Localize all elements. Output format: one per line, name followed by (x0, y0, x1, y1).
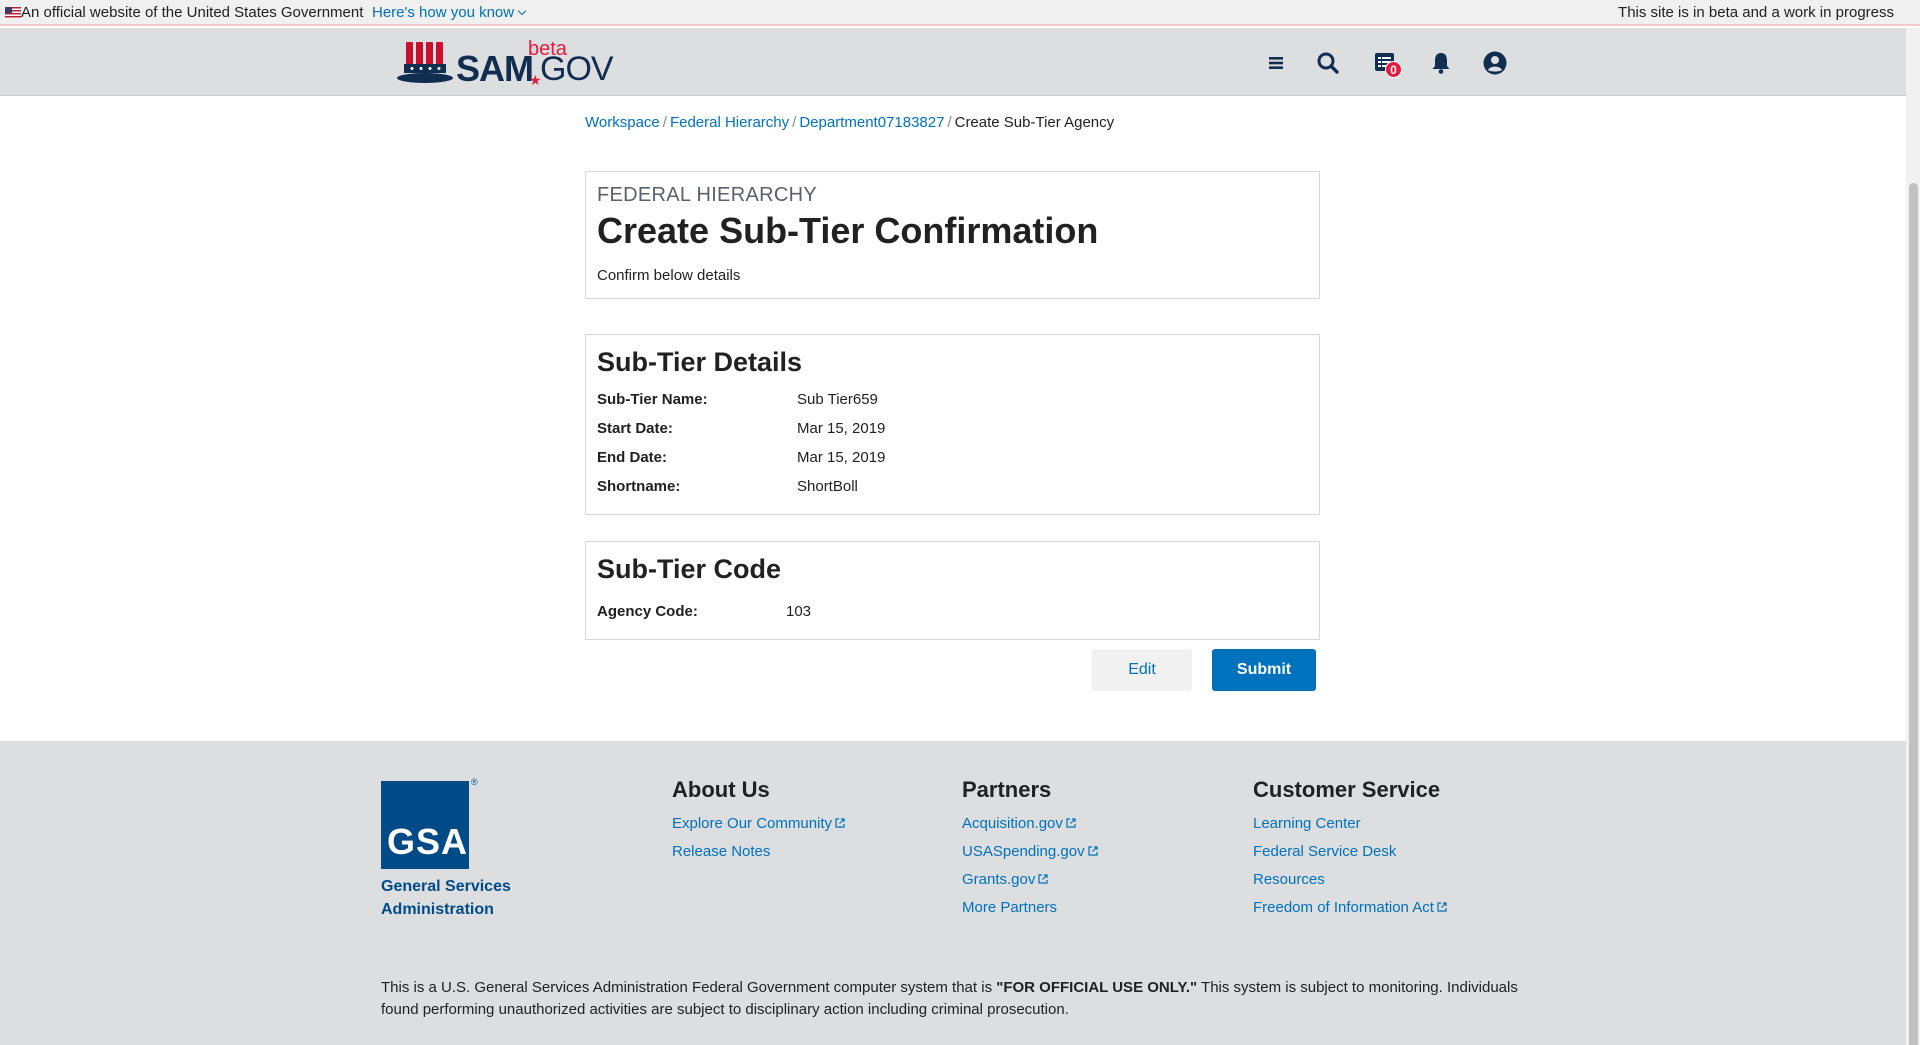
how-you-know-link[interactable]: Here's how you know (372, 4, 527, 21)
site-header: SAM beta ★ GOV 0 (0, 28, 1906, 96)
detail-value: Mar 15, 2019 (797, 449, 886, 466)
footer-link-label: USASpending.gov (962, 843, 1085, 860)
detail-label: Shortname: (597, 478, 681, 495)
footer-link-acquisition[interactable]: Acquisition.gov (962, 815, 1098, 836)
detail-label: Sub-Tier Name: (597, 391, 708, 408)
footer-link-more-partners[interactable]: More Partners (962, 899, 1098, 920)
footer-link-foia[interactable]: Freedom of Information Act (1253, 899, 1447, 920)
breadcrumb-federal-hierarchy[interactable]: Federal Hierarchy (670, 114, 789, 131)
disclaimer-text: This is a U.S. General Services Administ… (381, 979, 997, 996)
page-subtitle: Confirm below details (597, 267, 741, 284)
footer-about-title: About Us (672, 777, 770, 802)
scrollbar-thumb[interactable] (1909, 183, 1918, 1045)
footer-link-release-notes[interactable]: Release Notes (672, 843, 845, 864)
footer-partners-title: Partners (962, 777, 1052, 802)
page-title: Create Sub-Tier Confirmation (597, 210, 1099, 251)
us-flag-icon (5, 7, 21, 18)
gsa-name: General Services Administration (381, 878, 511, 918)
detail-label: End Date: (597, 449, 668, 466)
footer-disclaimer: This is a U.S. General Services Administ… (381, 977, 1531, 1021)
chevron-down-icon (517, 6, 527, 16)
breadcrumb-separator: / (662, 114, 667, 131)
footer-link-label: Freedom of Information Act (1253, 899, 1434, 916)
breadcrumb-current: Create Sub-Tier Agency (954, 114, 1115, 131)
footer-link-learning-center[interactable]: Learning Center (1253, 815, 1447, 836)
external-link-icon (1437, 902, 1447, 912)
footer-customer-service-title: Customer Service (1253, 777, 1441, 802)
page-title-card: FEDERAL HIERARCHY Create Sub-Tier Confir… (585, 171, 1320, 299)
sam-gov-logo[interactable]: SAM beta ★ GOV (396, 38, 614, 90)
user-profile-icon[interactable] (1482, 50, 1508, 76)
footer-link-label: Explore Our Community (672, 815, 833, 832)
footer-link-grants[interactable]: Grants.gov (962, 871, 1098, 892)
breadcrumb-workspace[interactable]: Workspace (585, 114, 660, 131)
site-footer: GSA ® General Services Administration Ab… (0, 741, 1906, 1045)
footer-about-column: About Us Explore Our Community Release N… (672, 777, 845, 871)
breadcrumb-separator: / (792, 114, 797, 131)
gsa-logo-text: GSA (387, 821, 469, 862)
sub-tier-details-card: Sub-Tier Details Sub-Tier Name: Sub Tier… (585, 334, 1320, 515)
workspace-list-icon[interactable]: 0 (1372, 50, 1402, 78)
submit-button[interactable]: Submit (1212, 649, 1316, 691)
external-link-icon (835, 818, 845, 828)
detail-value: Sub Tier659 (797, 391, 878, 408)
detail-label: Start Date: (597, 420, 673, 437)
logo-gov-text: GOV (540, 50, 614, 88)
external-link-icon (1066, 818, 1076, 828)
footer-link-explore-community[interactable]: Explore Our Community (672, 815, 845, 836)
code-title: Sub-Tier Code (597, 554, 782, 584)
footer-partners-column: Partners Acquisition.gov USASpending.gov… (962, 777, 1098, 927)
detail-value: Mar 15, 2019 (797, 420, 886, 437)
menu-icon[interactable] (1263, 50, 1289, 76)
beta-note: This site is in beta and a work in progr… (1618, 4, 1894, 21)
footer-link-usaspending[interactable]: USASpending.gov (962, 843, 1098, 864)
bell-icon[interactable] (1428, 50, 1454, 76)
official-website-text: An official website of the United States… (21, 4, 364, 21)
footer-link-label: Grants.gov (962, 871, 1036, 888)
gsa-logo[interactable]: GSA ® (381, 777, 478, 869)
external-link-icon (1087, 846, 1098, 856)
page-scrollbar[interactable] (1906, 28, 1920, 1045)
logo-sam-text: SAM (456, 48, 534, 89)
sub-tier-code-card: Sub-Tier Code Agency Code: 103 (585, 541, 1320, 640)
detail-value: ShortBoll (797, 478, 858, 495)
footer-link-resources[interactable]: Resources (1253, 871, 1447, 892)
footer-link-label: Acquisition.gov (962, 815, 1063, 832)
uncle-sam-hat-icon (397, 42, 453, 83)
details-title: Sub-Tier Details (597, 347, 803, 377)
disclaimer-bold-text: "FOR OFFICIAL USE ONLY." (996, 979, 1198, 996)
notification-count-badge: 0 (1385, 61, 1402, 78)
page-eyebrow: FEDERAL HIERARCHY (597, 184, 817, 206)
agency-code-label: Agency Code: (597, 603, 698, 620)
footer-link-federal-service-desk[interactable]: Federal Service Desk (1253, 843, 1447, 864)
breadcrumb-department[interactable]: Department07183827 (799, 114, 944, 131)
gov-banner: An official website of the United States… (0, 0, 1920, 26)
edit-button[interactable]: Edit (1092, 649, 1192, 691)
how-you-know-label: Here's how you know (372, 4, 515, 21)
external-link-icon (1038, 874, 1048, 884)
breadcrumb: Workspace / Federal Hierarchy / Department07… (585, 114, 1114, 131)
search-icon[interactable] (1315, 50, 1341, 76)
agency-code-value: 103 (786, 603, 812, 620)
registered-mark-icon: ® (471, 777, 478, 787)
breadcrumb-separator: / (947, 114, 952, 131)
footer-customer-service-column: Customer Service Learning Center Federal… (1253, 777, 1447, 927)
